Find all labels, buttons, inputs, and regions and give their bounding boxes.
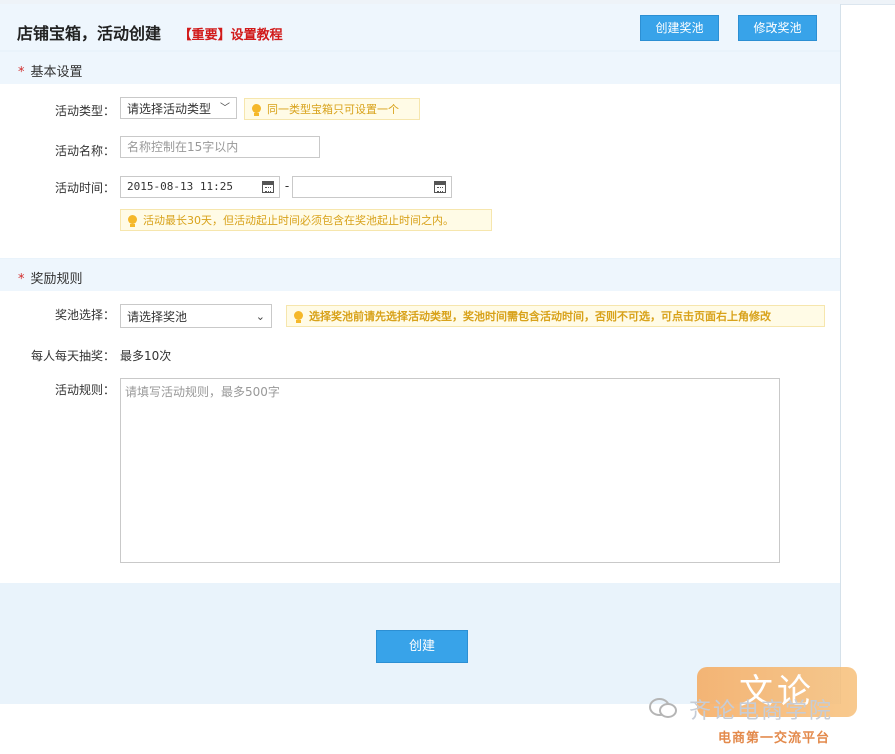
watermark-name: 齐论电商学院 — [689, 699, 834, 724]
rules-textarea[interactable]: 请填写活动规则，最多500字 — [120, 378, 780, 563]
page-header: 店铺宝箱，活动创建 【重要】设置教程 创建奖池 修改奖池 — [0, 4, 840, 50]
pool-select-label: 奖池选择： — [54, 308, 115, 322]
basic-settings-header: * 基本设置 — [0, 52, 840, 84]
daily-draw-label: 每人每天抽奖： — [30, 349, 115, 363]
calendar-icon[interactable] — [262, 181, 274, 193]
chevron-down-icon: ﹀ — [220, 103, 230, 114]
activity-type-tip: 同一类型宝箱只可设置一个 — [244, 98, 420, 120]
start-time-input[interactable]: 2015-08-13 11:25 — [120, 176, 280, 198]
activity-type-select[interactable]: 请选择活动类型 ﹀ — [120, 97, 237, 119]
rules-label: 活动规则： — [54, 383, 115, 397]
page-title: 店铺宝箱，活动创建 【重要】设置教程 — [17, 20, 283, 44]
reward-rules-title: * 奖励规则 — [18, 272, 83, 287]
wechat-icon — [649, 695, 677, 718]
lightbulb-icon — [294, 311, 303, 323]
activity-time-tip: 活动最长30天，但活动起止时间必须包含在奖池起止时间之内。 — [120, 209, 492, 231]
lightbulb-icon — [128, 215, 137, 227]
lightbulb-icon — [252, 104, 261, 116]
time-separator: - — [284, 179, 290, 193]
calendar-icon[interactable] — [434, 181, 446, 193]
activity-name-label: 活动名称： — [54, 144, 115, 158]
create-button[interactable]: 创建 — [376, 630, 468, 663]
watermark: 文论 齐论电商学院 电商第一交流平台 — [645, 665, 895, 754]
activity-name-input[interactable]: 名称控制在15字以内 — [120, 136, 320, 158]
reward-rules-section: * 奖励规则 奖池选择： 请选择奖池 ⌄ 选择奖池前请先选择活动类型，奖池时间需包含… — [0, 259, 840, 583]
pool-select[interactable]: 请选择奖池 ⌄ — [120, 304, 272, 328]
chevron-down-icon: ⌄ — [255, 310, 265, 323]
create-pool-button[interactable]: 创建奖池 — [640, 15, 719, 41]
basic-settings-section: * 基本设置 活动类型： 请选择活动类型 ﹀ 同一类型宝箱只可设置一个 活动名称： … — [0, 52, 840, 258]
page-title-text: 店铺宝箱，活动创建 — [17, 24, 162, 43]
activity-type-label: 活动类型： — [54, 104, 115, 118]
end-time-input[interactable] — [292, 176, 452, 198]
watermark-subtitle: 电商第一交流平台 — [718, 731, 831, 746]
activity-time-label: 活动时间： — [54, 181, 115, 195]
pool-select-tip: 选择奖池前请先选择活动类型，奖池时间需包含活动时间，否则不可选，可点击页面右上角… — [286, 305, 825, 327]
daily-draw-value: 最多10次 — [120, 349, 172, 363]
tutorial-link[interactable]: 【重要】设置教程 — [179, 28, 283, 43]
basic-settings-title: * 基本设置 — [18, 65, 83, 80]
reward-rules-header: * 奖励规则 — [0, 259, 840, 291]
edit-pool-button[interactable]: 修改奖池 — [738, 15, 817, 41]
